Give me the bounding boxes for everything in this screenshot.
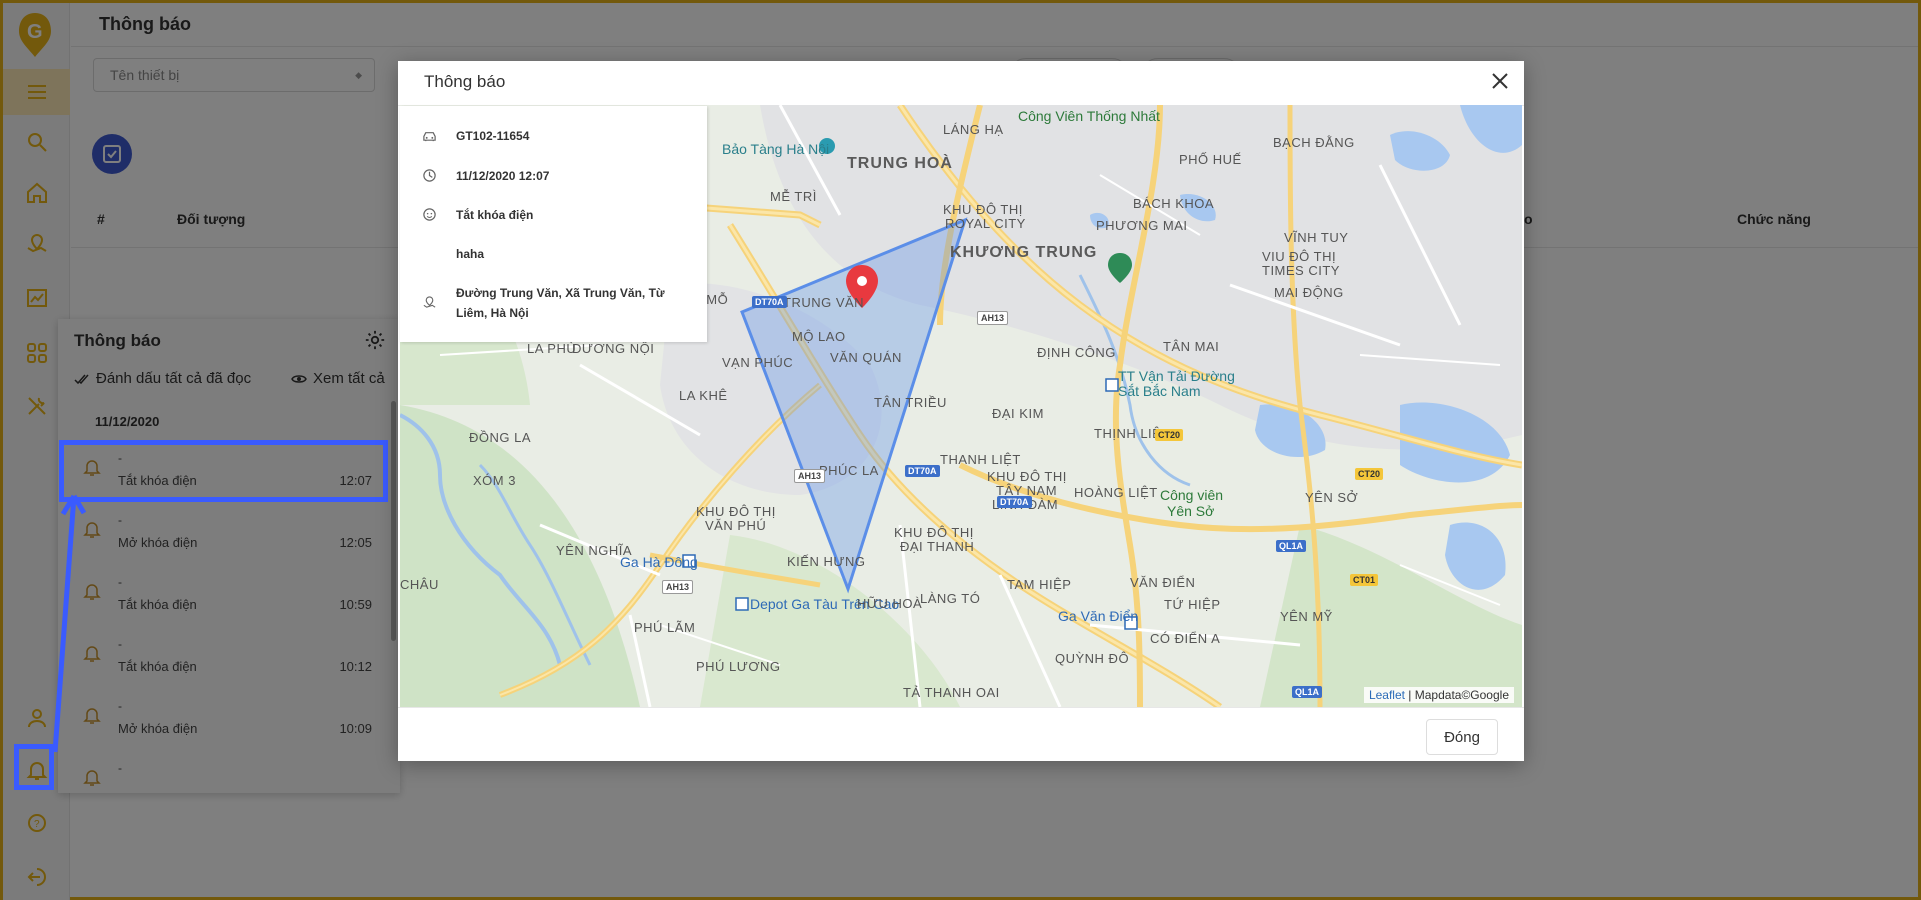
map-label: PHÚ LƯƠNG bbox=[696, 659, 781, 674]
map-label: Ga Hà Đông bbox=[620, 554, 698, 570]
map-label: TRUNG HOÀ bbox=[847, 155, 953, 172]
map-label: YÊN SỞ bbox=[1305, 490, 1359, 505]
map-label: ĐẠI THANH bbox=[900, 539, 975, 554]
map-label: Công Viên Thống Nhất bbox=[1018, 108, 1160, 124]
modal-title: Thông báo bbox=[424, 72, 506, 91]
map-label: PHƯƠNG MAI bbox=[1096, 218, 1188, 233]
map-label: Công viên bbox=[1160, 487, 1224, 503]
map-label: BÁCH KHOA bbox=[1133, 196, 1215, 211]
modal-footer-divider bbox=[398, 707, 1524, 708]
map-label: VẠN PHÚC bbox=[722, 355, 794, 370]
map-label: TÂN MAI bbox=[1163, 339, 1220, 354]
notification-modal: Thông báo LÁNG HẠ Công Viên Thống Nhất B… bbox=[398, 61, 1524, 761]
info-plate: GT102-11654 bbox=[456, 129, 530, 143]
road-shield: QL1A bbox=[1276, 540, 1307, 552]
info-address: Đường Trung Văn, Xã Trung Văn, Từ Liêm, … bbox=[456, 286, 665, 320]
road-shield: DT70A bbox=[752, 296, 787, 308]
map-label: TT Vận Tải Đường bbox=[1118, 368, 1235, 384]
map-label: YÊN MỸ bbox=[1280, 609, 1333, 624]
map-label: LÁNG HẠ bbox=[943, 122, 1004, 137]
map-label: VĂN QUÁN bbox=[830, 350, 902, 365]
road-shield: DT70A bbox=[905, 465, 940, 477]
map-label: PHỐ HUẾ bbox=[1179, 152, 1242, 167]
map-label: Bảo Tàng Hà Nội bbox=[722, 141, 830, 157]
map-label: KIẾN HƯNG bbox=[787, 554, 866, 569]
map-label: CHÂU bbox=[400, 577, 439, 592]
map-label: VĂN PHÚ bbox=[705, 518, 767, 533]
map-label: KHU ĐÔ THỊ bbox=[987, 469, 1067, 484]
leaflet-link[interactable]: Leaflet bbox=[1369, 688, 1405, 702]
road-shield: AH13 bbox=[662, 580, 694, 594]
map-label: TAM HIỆP bbox=[1007, 577, 1072, 592]
smiley-icon bbox=[423, 208, 436, 221]
map-label: KHU ĐÔ THỊ bbox=[696, 504, 776, 519]
map-label: ĐỒNG LA bbox=[469, 430, 532, 445]
road-shield: CT20 bbox=[1355, 468, 1384, 480]
map-label: VĂN ĐIỂN bbox=[1130, 575, 1196, 590]
map-label: TỨ HIỆP bbox=[1164, 597, 1221, 612]
map-label: LÀNG TÓ bbox=[920, 591, 981, 606]
close-button[interactable]: Đóng bbox=[1426, 719, 1498, 755]
map-label: ROYAL CITY bbox=[945, 216, 1026, 231]
map-label: MAI ĐỘNG bbox=[1274, 285, 1344, 300]
map-label: CÓ ĐIỂN A bbox=[1150, 631, 1221, 646]
map-label: VĨNH TUY bbox=[1284, 230, 1349, 245]
map-label: TIMES CITY bbox=[1262, 263, 1340, 278]
close-icon[interactable] bbox=[1488, 69, 1512, 93]
event-info-card: GT102-11654 11/12/2020 12:07 Tắt khóa đi… bbox=[400, 106, 707, 342]
road-shield: QL1A bbox=[1292, 686, 1323, 698]
road-shield: AH13 bbox=[794, 469, 826, 483]
map-label: KHU ĐÔ THỊ bbox=[943, 202, 1023, 217]
map-label: QUỲNH ĐÔ bbox=[1055, 651, 1130, 666]
map-label: Yên Sở bbox=[1167, 503, 1215, 519]
map-label: THANH LIỆT bbox=[940, 452, 1021, 467]
highlight-selected-notification bbox=[59, 440, 388, 502]
map-label: XÓM 3 bbox=[473, 473, 516, 488]
road-shield: CT01 bbox=[1350, 574, 1379, 586]
map-label: PHÚC LA bbox=[819, 463, 879, 478]
map-label: ĐỊNH CÔNG bbox=[1037, 345, 1116, 360]
info-datetime: 11/12/2020 12:07 bbox=[456, 169, 550, 183]
road-shield: DT70A bbox=[997, 496, 1032, 508]
map-label: TRUNG VĂN bbox=[783, 295, 865, 310]
map-label: LA PHÙ bbox=[527, 341, 577, 356]
map-label: TÂN TRIỀU bbox=[874, 395, 947, 410]
info-event: Tắt khóa điện bbox=[456, 208, 534, 222]
road-shield: CT20 bbox=[1155, 429, 1184, 441]
map-label: HỮU HOÀ bbox=[857, 596, 923, 611]
map-label: PHÚ LÃM bbox=[634, 620, 696, 635]
highlight-bell-button bbox=[14, 744, 54, 790]
clock-icon bbox=[423, 169, 436, 182]
map-label: BẠCH ĐẰNG bbox=[1273, 135, 1355, 150]
car-icon bbox=[423, 132, 436, 142]
map-label: DƯƠNG NỘI bbox=[572, 341, 655, 356]
map-label: MỄ TRÌ bbox=[770, 189, 817, 204]
road-shield: AH13 bbox=[977, 311, 1009, 325]
map-label: MỘ LAO bbox=[792, 329, 846, 344]
map-label: KHU ĐÔ THỊ bbox=[894, 525, 974, 540]
map-label: Sắt Bắc Nam bbox=[1118, 383, 1201, 399]
map-label: KHƯƠNG TRUNG bbox=[950, 244, 1098, 261]
map-label: ĐẠI KIM bbox=[992, 406, 1044, 421]
info-note: haha bbox=[456, 247, 485, 261]
map-label: Ga Văn Điển bbox=[1058, 608, 1139, 624]
map-label: HOÀNG LIỆT bbox=[1074, 485, 1158, 500]
map-label: VIU ĐÔ THỊ bbox=[1262, 249, 1337, 264]
map-label: TẢ THANH OAI bbox=[903, 685, 1000, 700]
map-label: LA KHÊ bbox=[679, 388, 728, 403]
map-attribution: Leaflet | Mapdata©Google bbox=[1363, 687, 1514, 703]
map-pin-icon bbox=[423, 296, 436, 308]
attribution-text: | Mapdata©Google bbox=[1404, 688, 1509, 702]
